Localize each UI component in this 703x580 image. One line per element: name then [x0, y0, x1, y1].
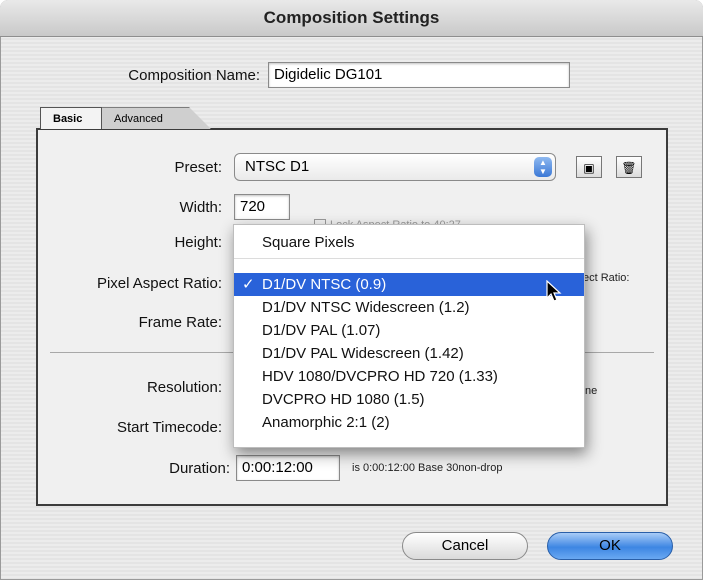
preset-value: NTSC D1	[245, 158, 310, 175]
menu-item-label: HDV 1080/DVCPRO HD 720 (1.33)	[262, 368, 498, 385]
menu-item-d1-dv-ntsc-widescreen[interactable]: D1/DV NTSC Widescreen (1.2)	[234, 296, 584, 319]
tab-advanced[interactable]: Advanced	[101, 107, 211, 129]
width-label: Width:	[179, 199, 222, 216]
frame-rate-label: Frame Rate:	[138, 314, 222, 331]
tab-basic[interactable]: Basic	[40, 107, 102, 129]
frame-aspect-partial: ect Ratio:	[583, 272, 630, 284]
comp-name-input[interactable]: Digidelic DG101	[268, 62, 570, 88]
resolution-label: Resolution:	[146, 379, 222, 396]
menu-item-d1-dv-ntsc[interactable]: ✓ D1/DV NTSC (0.9)	[234, 273, 584, 296]
menu-item-label: D1/DV PAL (1.07)	[262, 322, 381, 339]
trash-icon: 🗑	[621, 161, 637, 175]
pixel-aspect-menu: Square Pixels ✓ D1/DV NTSC (0.9) D1/DV N…	[233, 224, 585, 448]
menu-item-label: DVCPRO HD 1080 (1.5)	[262, 391, 425, 408]
start-timecode-label: Start Timecode:	[116, 419, 222, 436]
comp-name-label: Composition Name:	[128, 67, 260, 84]
delete-preset-button[interactable]: 🗑	[616, 156, 642, 178]
preset-label: Preset:	[174, 159, 222, 176]
resolution-partial: ne	[585, 385, 598, 397]
menu-item-label: D1/DV NTSC Widescreen (1.2)	[262, 299, 470, 316]
composition-settings-dialog: Composition Settings Composition Name: D…	[0, 0, 703, 580]
width-input[interactable]: 720	[234, 194, 290, 220]
menu-item-anamorphic[interactable]: Anamorphic 2:1 (2)	[234, 411, 584, 434]
menu-divider	[234, 258, 584, 259]
updown-arrows-icon: ▲ ▼	[534, 157, 552, 177]
duration-note: is 0:00:12:00 Base 30non-drop	[352, 462, 503, 474]
height-label: Height:	[174, 234, 222, 251]
ok-button[interactable]: OK	[547, 532, 673, 560]
mouse-pointer-icon	[546, 280, 562, 302]
dialog-title: Composition Settings	[0, 0, 703, 37]
menu-item-square-pixels[interactable]: Square Pixels	[234, 231, 584, 254]
pixel-aspect-label: Pixel Aspect Ratio:	[96, 275, 222, 292]
menu-item-dvcpro-hd-1080[interactable]: DVCPRO HD 1080 (1.5)	[234, 388, 584, 411]
menu-item-hdv-1080[interactable]: HDV 1080/DVCPRO HD 720 (1.33)	[234, 365, 584, 388]
duration-label: Duration:	[169, 460, 230, 477]
save-preset-icon: ▣	[583, 161, 595, 175]
preset-popup[interactable]: NTSC D1 ▲ ▼	[234, 153, 556, 181]
menu-item-d1-dv-pal-widescreen[interactable]: D1/DV PAL Widescreen (1.42)	[234, 342, 584, 365]
save-preset-button[interactable]: ▣	[576, 156, 602, 178]
menu-item-label: Anamorphic 2:1 (2)	[262, 414, 390, 431]
cancel-button[interactable]: Cancel	[402, 532, 528, 560]
menu-item-label: D1/DV PAL Widescreen (1.42)	[262, 345, 464, 362]
menu-item-label: Square Pixels	[262, 234, 355, 251]
checkmark-icon: ✓	[242, 276, 255, 293]
menu-item-label: D1/DV NTSC (0.9)	[262, 276, 387, 293]
menu-item-d1-dv-pal[interactable]: D1/DV PAL (1.07)	[234, 319, 584, 342]
duration-input[interactable]: 0:00:12:00	[236, 455, 340, 481]
